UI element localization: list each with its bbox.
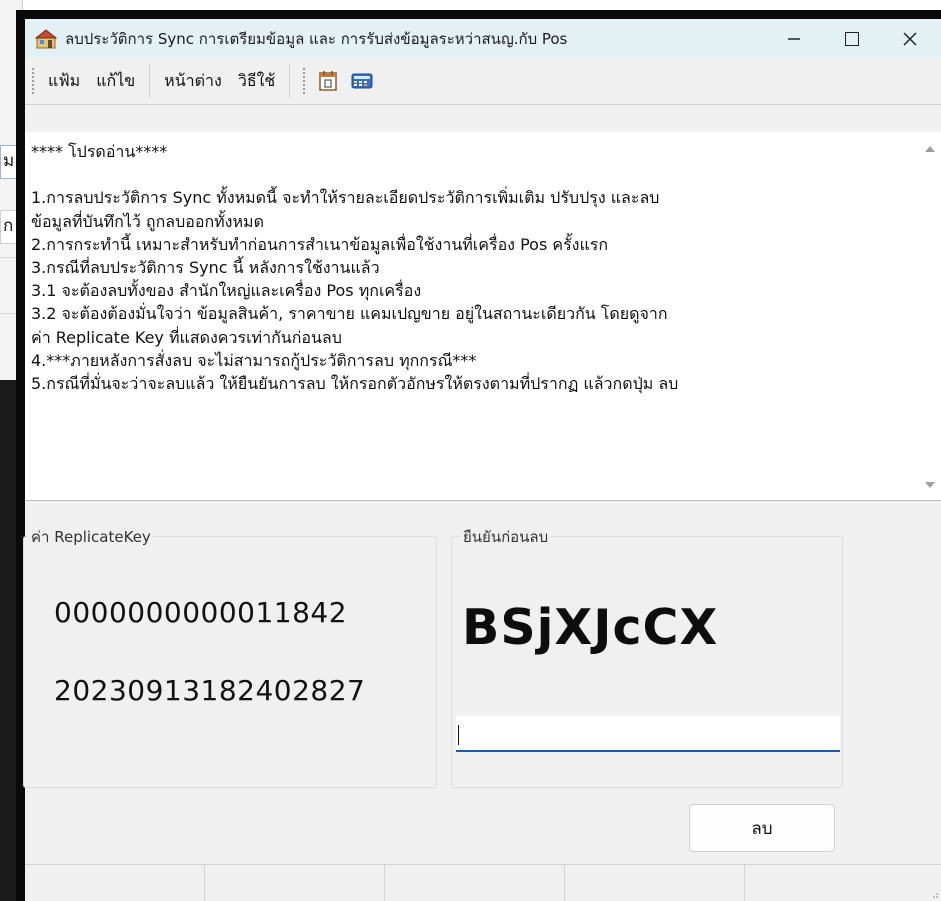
calculator-button[interactable] — [349, 68, 375, 94]
replicate-key-value-2: 20230913182402827 — [54, 674, 366, 707]
menu-window[interactable]: หน้าต่าง — [156, 69, 230, 94]
confirm-label: ยืนยันก่อนลบ — [460, 525, 552, 549]
menu-help[interactable]: วิธีใช้ — [230, 69, 283, 94]
delete-button[interactable]: ลบ — [689, 804, 835, 852]
menu-bar: แฟ้ม แก้ไข หน้าต่าง วิธีใช้ — [25, 58, 941, 105]
calendar-button[interactable] — [315, 68, 341, 94]
window-title: ลบประวัติการ Sync การเตรียมข้อมูล และ กา… — [65, 29, 568, 48]
status-panel — [385, 865, 565, 901]
notice-scrollbar[interactable] — [919, 132, 941, 500]
toolbar-grip[interactable] — [302, 67, 308, 95]
replicate-key-group: ค่า ReplicateKey 0000000000011842 202309… — [23, 525, 437, 788]
replicate-key-label: ค่า ReplicateKey — [28, 525, 154, 549]
calendar-icon — [319, 71, 337, 91]
confirm-code: BSjXJcCX — [462, 599, 719, 656]
text-cursor — [458, 725, 459, 745]
toolbar-grip[interactable] — [31, 67, 36, 95]
menu-separator — [289, 64, 291, 98]
divider — [25, 500, 941, 501]
calculator-icon — [351, 73, 373, 89]
status-panel — [25, 865, 205, 901]
replicate-key-value-1: 0000000000011842 — [54, 596, 348, 629]
minimize-icon — [788, 37, 800, 40]
minimize-button[interactable] — [765, 19, 823, 58]
maximize-button[interactable] — [823, 19, 881, 58]
status-panel — [205, 865, 385, 901]
resize-grip-icon[interactable] — [931, 891, 939, 899]
app-icon — [35, 28, 57, 48]
menu-edit[interactable]: แก้ไข — [88, 69, 143, 94]
notice-textarea[interactable]: **** โปรดอ่าน**** 1.การลบประวัติการ Sync… — [25, 132, 919, 500]
status-bar — [25, 864, 941, 901]
maximize-icon — [845, 31, 859, 46]
close-button[interactable] — [881, 19, 939, 58]
close-icon — [903, 31, 917, 46]
main-window: ลบประวัติการ Sync การเตรียมข้อมูล และ กา… — [16, 10, 941, 901]
menu-file[interactable]: แฟ้ม — [40, 69, 88, 94]
confirm-group: ยืนยันก่อนลบ BSjXJcCX — [451, 525, 843, 788]
status-panel — [565, 865, 745, 901]
title-bar[interactable]: ลบประวัติการ Sync การเตรียมข้อมูล และ กา… — [25, 19, 941, 58]
confirm-input[interactable] — [456, 716, 840, 752]
status-panel — [745, 865, 848, 901]
scroll-down-icon[interactable] — [925, 482, 935, 488]
scroll-up-icon[interactable] — [925, 146, 935, 152]
menu-separator — [149, 64, 151, 98]
